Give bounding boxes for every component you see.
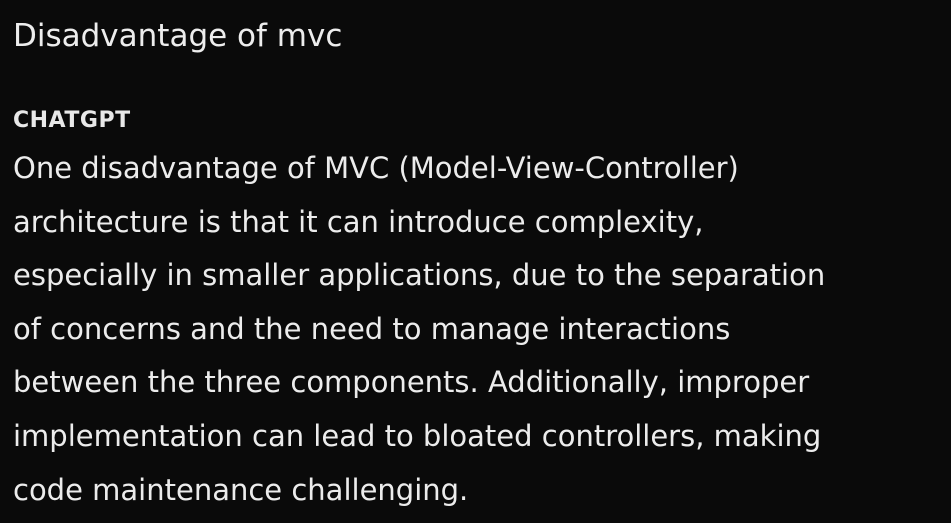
response-line: of concerns and the need to manage inter… (13, 311, 731, 346)
assistant-response: One disadvantage of MVC (Model-View-Cont… (13, 142, 943, 517)
response-line: especially in smaller applications, due … (13, 258, 826, 293)
assistant-sender-label: CHATGPT (13, 108, 131, 133)
response-line: One disadvantage of MVC (Model-View-Cont… (13, 151, 739, 185)
user-message: Disadvantage of mvc (13, 18, 343, 54)
chat-view: Disadvantage of mvc CHATGPT One disadvan… (0, 0, 951, 523)
response-line: implementation can lead to bloated contr… (13, 418, 822, 453)
response-line: architecture is that it can introduce co… (13, 204, 704, 239)
response-line: code maintenance challenging. (13, 472, 469, 507)
response-line: between the three components. Additional… (13, 365, 810, 400)
